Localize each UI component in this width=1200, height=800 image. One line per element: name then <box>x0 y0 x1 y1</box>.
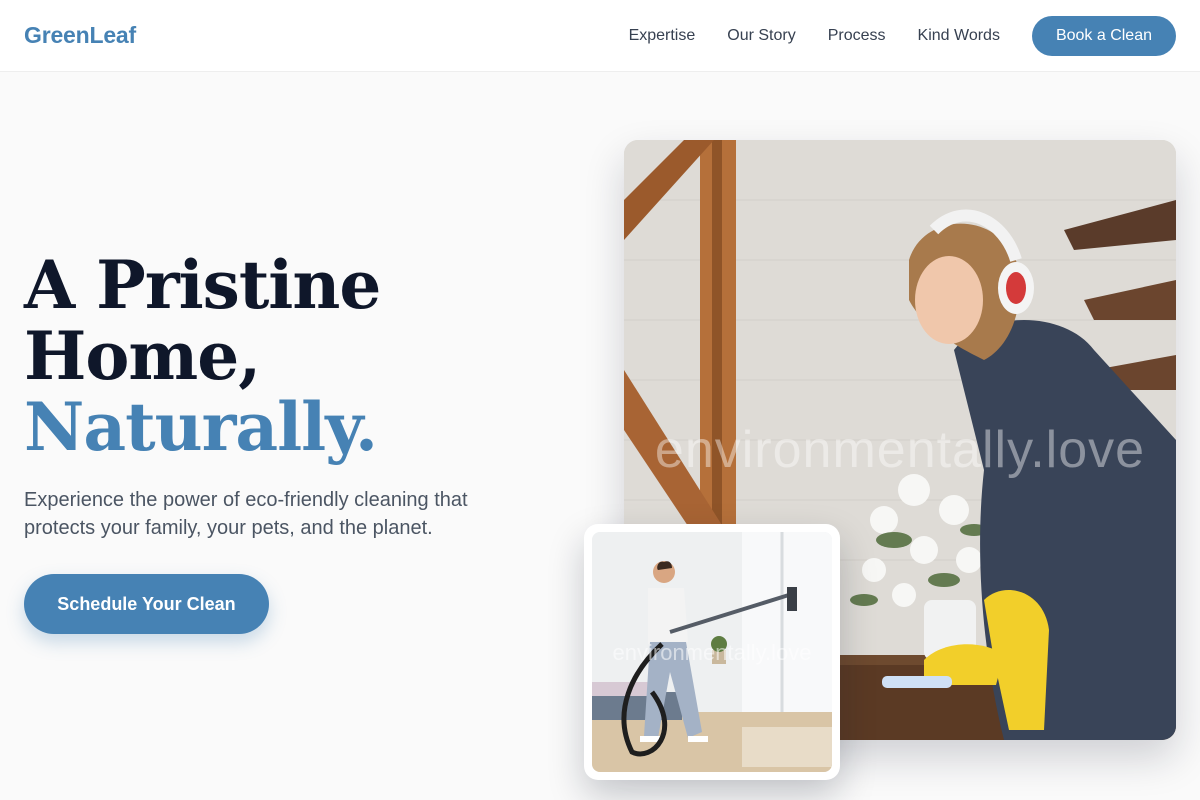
nav-link-kind-words[interactable]: Kind Words <box>918 27 1000 45</box>
hero-title-line-1: A Pristine <box>24 246 381 324</box>
nav-link-our-story[interactable]: Our Story <box>727 27 795 45</box>
hero-title-line-2: Home, <box>24 317 261 395</box>
book-clean-button[interactable]: Book a Clean <box>1031 16 1176 56</box>
hero-title: A Pristine Home, Naturally. <box>24 250 564 463</box>
hero-inset-image-card: environmentally.love <box>584 524 840 780</box>
schedule-clean-button[interactable]: Schedule Your Clean <box>24 574 269 634</box>
hero-inset-image: environmentally.love <box>592 532 832 772</box>
inset-image-watermark: environmentally.love <box>612 640 812 665</box>
nav-link-expertise[interactable]: Expertise <box>629 27 696 45</box>
brand-logo[interactable]: GreenLeaf <box>24 22 136 49</box>
main-image-watermark: environmentally.love <box>654 421 1146 479</box>
site-header: GreenLeaf Expertise Our Story Process Ki… <box>0 0 1200 72</box>
nav-link-process[interactable]: Process <box>828 27 886 45</box>
hero-subtitle: Experience the power of eco-friendly cle… <box>24 489 468 539</box>
hero-title-accent: Naturally. <box>24 388 378 466</box>
main-nav: Expertise Our Story Process Kind Words B… <box>629 16 1176 56</box>
